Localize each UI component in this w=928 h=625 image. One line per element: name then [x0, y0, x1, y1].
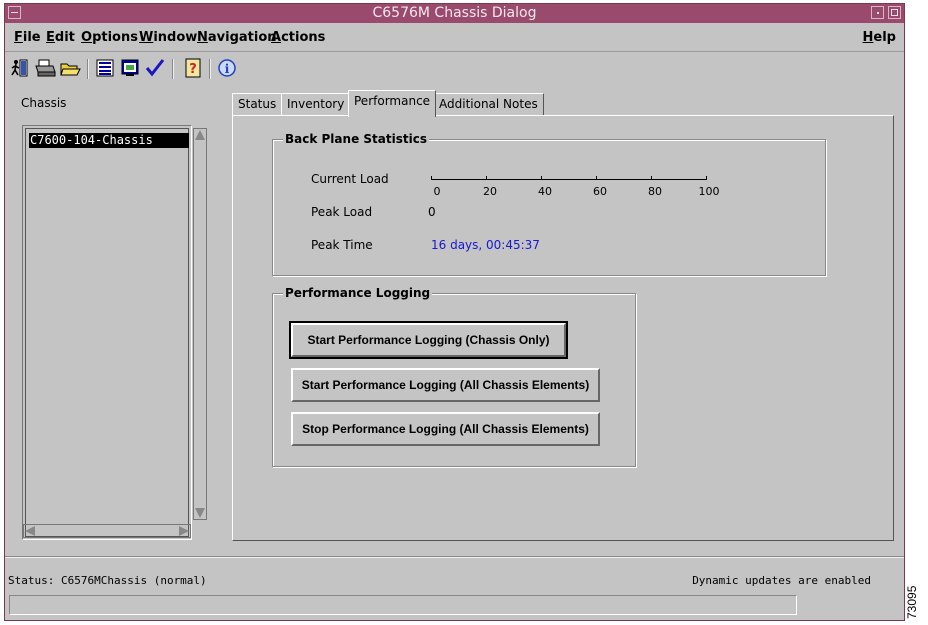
tab-additional-notes[interactable]: Additional Notes	[433, 93, 544, 115]
svg-text:i: i	[225, 62, 230, 76]
list-item[interactable]: C7600-104-Chassis	[29, 133, 189, 148]
list-view-icon[interactable]	[94, 57, 116, 79]
menu-file[interactable]: File	[14, 30, 41, 45]
printer-icon[interactable]	[34, 57, 56, 79]
stop-logging-all-elements-button[interactable]: Stop Performance Logging (All Chassis El…	[291, 412, 600, 446]
title-bar[interactable]: C6576M Chassis Dialog	[5, 4, 904, 23]
status-text: Status: C6576MChassis (normal)	[8, 574, 207, 587]
window-title: C6576M Chassis Dialog	[372, 5, 537, 21]
chassis-label: Chassis	[21, 96, 67, 110]
current-load-label: Current Load	[311, 172, 389, 186]
toolbar-separator	[87, 59, 89, 79]
start-logging-all-elements-button[interactable]: Start Performance Logging (All Chassis E…	[291, 368, 600, 402]
scale-label: 40	[538, 185, 552, 198]
peak-load-label: Peak Load	[311, 205, 373, 219]
scroll-left-icon[interactable]	[25, 526, 35, 536]
tab-performance[interactable]: Performance	[348, 90, 437, 117]
figure-code: 73095	[905, 585, 919, 619]
start-logging-chassis-only-button[interactable]: Start Performance Logging (Chassis Only)	[289, 321, 568, 359]
performance-tab-panel: Back Plane Statistics Current Load 0 20 …	[232, 115, 894, 541]
minimize-icon[interactable]	[871, 6, 884, 19]
scroll-down-icon[interactable]	[195, 508, 205, 518]
back-plane-statistics-title: Back Plane Statistics	[283, 132, 429, 146]
menu-help[interactable]: Help	[863, 30, 896, 45]
open-folder-icon[interactable]	[59, 57, 81, 79]
svg-text:?: ?	[189, 62, 197, 77]
chassis-list[interactable]: C7600-104-Chassis	[22, 125, 192, 540]
chassis-vertical-scrollbar[interactable]	[193, 128, 207, 520]
scale-tick	[706, 176, 707, 180]
peak-time-label: Peak Time	[311, 238, 373, 252]
help-icon[interactable]: ?	[182, 57, 204, 79]
scale-label: 80	[648, 185, 662, 198]
toolbar-separator	[172, 59, 174, 79]
scale-tick	[431, 176, 432, 180]
dynamic-updates-text: Dynamic updates are enabled	[692, 574, 871, 587]
scale-label: 0	[433, 185, 441, 198]
chassis-list-viewport: C7600-104-Chassis	[25, 128, 189, 537]
menu-bar: File Edit Options Window Navigation Acti…	[5, 24, 904, 52]
load-scale-line	[431, 179, 707, 180]
toolbar-separator	[209, 59, 211, 79]
chassis-horizontal-scrollbar[interactable]	[23, 524, 191, 538]
peak-load-value: 0	[428, 205, 436, 219]
window-menu-icon[interactable]	[8, 6, 21, 19]
menu-edit[interactable]: Edit	[46, 30, 75, 45]
scale-label: 60	[593, 185, 607, 198]
scale-label: 100	[698, 185, 720, 198]
properties-icon[interactable]	[119, 57, 141, 79]
chassis-dialog-window: C6576M Chassis Dialog File Edit Options …	[4, 3, 905, 621]
scale-tick	[541, 176, 542, 180]
info-icon[interactable]: i	[216, 57, 238, 79]
scroll-right-icon[interactable]	[179, 526, 189, 536]
tab-status[interactable]: Status	[232, 93, 283, 115]
tab-inventory[interactable]: Inventory	[281, 93, 351, 115]
menu-options[interactable]: Options	[81, 30, 138, 45]
scale-tick	[596, 176, 597, 180]
scale-tick	[651, 176, 652, 180]
toolbar: ? i	[5, 53, 904, 85]
menu-window[interactable]: Window	[139, 30, 197, 45]
status-separator	[5, 556, 904, 558]
exit-icon[interactable]	[9, 57, 31, 79]
scroll-up-icon[interactable]	[195, 130, 205, 140]
scale-tick	[486, 176, 487, 180]
apply-check-icon[interactable]	[144, 57, 166, 79]
performance-logging-title: Performance Logging	[283, 286, 433, 300]
menu-actions[interactable]: Actions	[271, 30, 325, 45]
status-message-field	[9, 595, 797, 615]
maximize-icon[interactable]	[888, 6, 901, 19]
peak-time-value: 16 days, 00:45:37	[431, 238, 540, 252]
scale-label: 20	[483, 185, 497, 198]
menu-navigation[interactable]: Navigation	[197, 30, 277, 45]
